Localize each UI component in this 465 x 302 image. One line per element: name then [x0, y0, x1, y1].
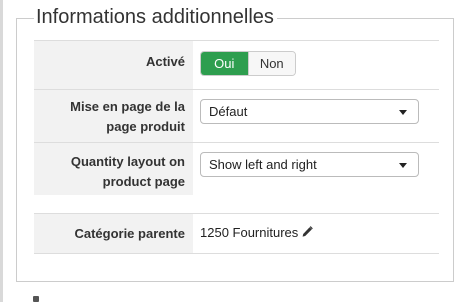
quantity-layout-label-line2: product page [102, 174, 185, 189]
product-layout-label: Mise en page de la page produit [34, 90, 193, 142]
active-toggle: Oui Non [200, 51, 296, 76]
parent-category-label: Catégorie parente [34, 214, 193, 253]
page: Informations additionnelles Activé Oui N… [0, 0, 465, 302]
product-layout-label-line2: page produit [106, 119, 185, 134]
pencil-icon[interactable] [301, 225, 314, 243]
parent-category-value: 1250 Fournitures [200, 225, 299, 240]
active-value-cell: Oui Non [193, 41, 439, 89]
form-row-active: Activé Oui Non [34, 40, 439, 89]
active-label: Activé [34, 41, 193, 89]
left-border [0, 0, 3, 302]
quantity-layout-label-line1: Quantity layout on [70, 154, 185, 169]
product-layout-selected-value: Défaut [209, 104, 248, 119]
parent-category-value-wrap: 1250 Fournitures [200, 224, 314, 243]
product-layout-value-cell: Défaut [193, 90, 439, 142]
quantity-layout-selected-value: Show left and right [209, 157, 317, 172]
product-layout-label-line1: Mise en page de la [70, 99, 185, 114]
quantity-layout-value-cell: Show left and right [193, 143, 439, 195]
active-yes-button[interactable]: Oui [201, 52, 248, 75]
fieldset-legend: Informations additionnelles [34, 4, 277, 30]
bottom-marker [33, 296, 39, 302]
quantity-layout-label: Quantity layout on product page [34, 143, 193, 195]
chevron-down-icon [399, 163, 407, 168]
active-no-button[interactable]: Non [247, 52, 295, 75]
form-row-quantity-layout: Quantity layout on product page Show lef… [34, 142, 439, 195]
parent-category-value-cell: 1250 Fournitures [193, 214, 439, 253]
chevron-down-icon [399, 110, 407, 115]
quantity-layout-select[interactable]: Show left and right [200, 152, 419, 177]
product-layout-select[interactable]: Défaut [200, 99, 419, 124]
form-row-parent-category: Catégorie parente 1250 Fournitures [34, 213, 439, 254]
form-row-product-layout: Mise en page de la page produit Défaut [34, 89, 439, 142]
